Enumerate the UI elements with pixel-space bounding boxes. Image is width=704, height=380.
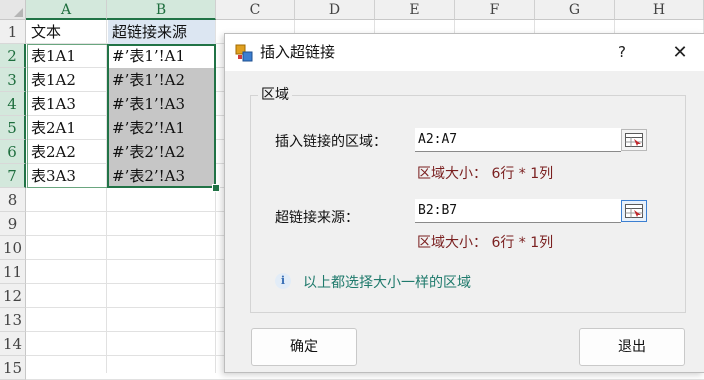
insert-area-label: 插入链接的区域： (275, 134, 387, 150)
row-header-4[interactable]: 4 (0, 92, 26, 116)
row-header-1[interactable]: 1 (0, 20, 26, 44)
row-header-7[interactable]: 7 (0, 164, 26, 188)
column-header-g[interactable]: G (535, 0, 615, 20)
source-label: 超链接来源： (275, 210, 359, 226)
app-icon (235, 44, 253, 62)
column-header-c[interactable]: C (216, 0, 295, 20)
dialog-title: 插入超链接 (260, 43, 336, 61)
select-all-corner[interactable] (0, 0, 26, 20)
insert-area-size-text: 区域大小： 6行 * 1列 (417, 166, 554, 182)
fill-handle[interactable] (212, 184, 220, 192)
close-button[interactable]: ✕ (665, 34, 695, 71)
column-header-a[interactable]: A (26, 0, 107, 20)
info-text: 以上都选择大小一样的区域 (303, 275, 471, 291)
row-header-3[interactable]: 3 (0, 68, 26, 92)
dialog-titlebar[interactable]: 插入超链接 ? ✕ (225, 34, 704, 71)
row-header-5[interactable]: 5 (0, 116, 26, 140)
row-header-6[interactable]: 6 (0, 140, 26, 164)
row-header-2[interactable]: 2 (0, 44, 26, 68)
insert-area-picker-button[interactable] (621, 129, 647, 151)
range-picker-icon (625, 133, 643, 147)
column-header-f[interactable]: F (455, 0, 535, 20)
column-header-d[interactable]: D (295, 0, 375, 20)
insert-area-input[interactable]: A2:A7 (415, 128, 621, 152)
source-input[interactable]: B2:B7 (415, 199, 621, 223)
column-header-e[interactable]: E (375, 0, 455, 20)
selection-range-a (27, 44, 108, 188)
region-group-title: 区域 (258, 84, 292, 104)
column-header-b[interactable]: B (107, 0, 216, 20)
cell-b1[interactable]: 超链接来源 (108, 20, 215, 44)
help-button[interactable]: ? (607, 34, 637, 71)
ok-button[interactable]: 确定 (251, 328, 357, 366)
row-header-15[interactable]: 15 (0, 356, 26, 380)
exit-button[interactable]: 退出 (579, 328, 685, 366)
row-header-10[interactable]: 10 (0, 236, 26, 260)
row-header-11[interactable]: 11 (0, 260, 26, 284)
row-header-13[interactable]: 13 (0, 308, 26, 332)
selection-range-b (107, 44, 216, 188)
row-header-9[interactable]: 9 (0, 212, 26, 236)
source-picker-button[interactable] (621, 200, 647, 222)
cell-a1[interactable]: 文本 (27, 20, 107, 44)
source-size-text: 区域大小： 6行 * 1列 (417, 235, 554, 251)
insert-hyperlink-dialog: 插入超链接 ? ✕ 区域 插入链接的区域： A2:A7 区域大小： 6行 * 1… (224, 33, 704, 373)
row-header-14[interactable]: 14 (0, 332, 26, 356)
range-picker-icon (625, 204, 643, 218)
column-header-h[interactable]: H (615, 0, 704, 20)
info-icon: i (275, 273, 291, 289)
row-header-12[interactable]: 12 (0, 284, 26, 308)
row-header-8[interactable]: 8 (0, 188, 26, 212)
